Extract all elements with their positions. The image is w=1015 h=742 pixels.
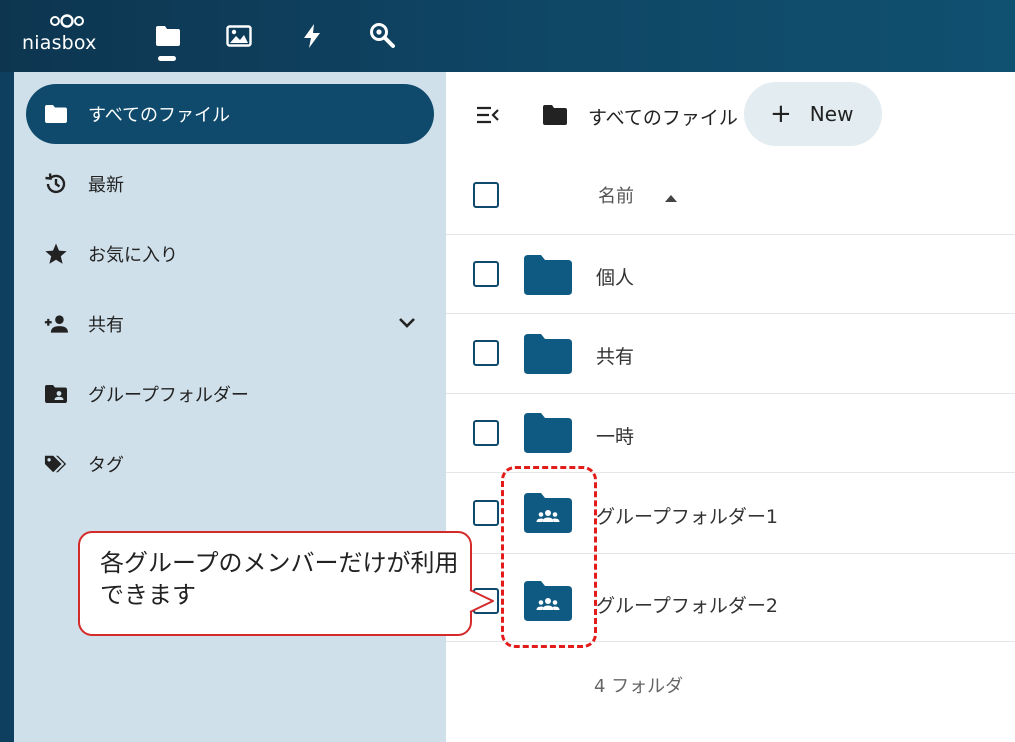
sidebar-item-shares[interactable]: 共有 xyxy=(26,294,434,354)
plus-icon: + xyxy=(770,99,792,129)
new-button[interactable]: + New xyxy=(744,82,882,146)
sidebar-item-label: すべてのファイル xyxy=(88,105,231,126)
row-checkbox[interactable] xyxy=(473,420,499,446)
sidebar-item-label: 共有 xyxy=(88,315,124,336)
folder-icon[interactable] xyxy=(524,255,572,295)
app-search[interactable] xyxy=(366,20,398,52)
niasbox-logo[interactable]: niasbox xyxy=(22,12,114,60)
window-edge xyxy=(0,72,14,742)
app-active-indicator xyxy=(158,56,176,61)
folder-icon xyxy=(44,102,68,126)
logo-text: niasbox xyxy=(22,32,97,54)
sidebar-item-label: お気に入り xyxy=(88,245,178,266)
column-header-name[interactable]: 名前 xyxy=(598,182,634,208)
sidebar-item-tags[interactable]: タグ xyxy=(26,434,434,494)
row-divider xyxy=(446,313,1015,314)
file-name[interactable]: 個人 xyxy=(596,263,634,290)
annotation-callout: 各グループのメンバーだけが利用できます xyxy=(78,531,472,636)
app-photos[interactable] xyxy=(223,20,255,52)
sidebar-item-all-files[interactable]: すべてのファイル xyxy=(26,84,434,144)
star-icon xyxy=(44,242,68,266)
breadcrumb-folder-icon[interactable] xyxy=(542,104,568,130)
folder-icon xyxy=(156,26,180,46)
breadcrumb[interactable]: すべてのファイル xyxy=(588,103,738,130)
file-name[interactable]: 一時 xyxy=(596,422,634,449)
group-folder-icon xyxy=(44,382,68,406)
image-icon xyxy=(226,25,252,47)
search-icon xyxy=(370,23,395,48)
app-files[interactable] xyxy=(152,20,184,52)
file-name[interactable]: 共有 xyxy=(596,342,634,369)
sidebar-item-favorites[interactable]: お気に入り xyxy=(26,224,434,284)
share-person-icon xyxy=(44,312,68,336)
row-checkbox[interactable] xyxy=(473,261,499,287)
row-checkbox[interactable] xyxy=(473,500,499,526)
callout-text: 各グループのメンバーだけが利用できます xyxy=(100,549,459,609)
tag-icon xyxy=(44,452,68,476)
sidebar-item-group-folders[interactable]: グループフォルダー xyxy=(26,364,434,424)
row-divider xyxy=(446,234,1015,235)
highlight-group-folders xyxy=(501,466,597,648)
sidebar: すべてのファイル 最新 お気に入り 共有 グループフォルダー タグ xyxy=(14,72,446,742)
sidebar-item-label: グループフォルダー xyxy=(88,385,249,406)
chevron-down-icon[interactable] xyxy=(398,313,416,334)
history-icon xyxy=(44,172,68,196)
sidebar-item-label: タグ xyxy=(88,455,124,476)
callout-tail-pointer xyxy=(469,589,494,613)
app-activity[interactable] xyxy=(296,20,328,52)
row-divider xyxy=(446,393,1015,394)
sort-ascending-icon[interactable] xyxy=(664,188,678,207)
lightning-icon xyxy=(304,24,320,48)
row-checkbox[interactable] xyxy=(473,340,499,366)
file-count-summary: 4 フォルダ xyxy=(594,676,684,697)
sidebar-item-label: 最新 xyxy=(88,175,124,196)
toggle-sidebar-icon[interactable] xyxy=(476,106,500,128)
folder-icon[interactable] xyxy=(524,334,572,374)
new-button-label: New xyxy=(809,102,854,126)
folder-icon[interactable] xyxy=(524,413,572,453)
file-name[interactable]: グループフォルダー1 xyxy=(596,502,778,529)
select-all-checkbox[interactable] xyxy=(473,182,499,208)
top-header: niasbox xyxy=(0,0,1015,72)
sidebar-item-recent[interactable]: 最新 xyxy=(26,154,434,214)
logo-mark-icon xyxy=(50,14,84,28)
file-name[interactable]: グループフォルダー2 xyxy=(596,591,778,618)
